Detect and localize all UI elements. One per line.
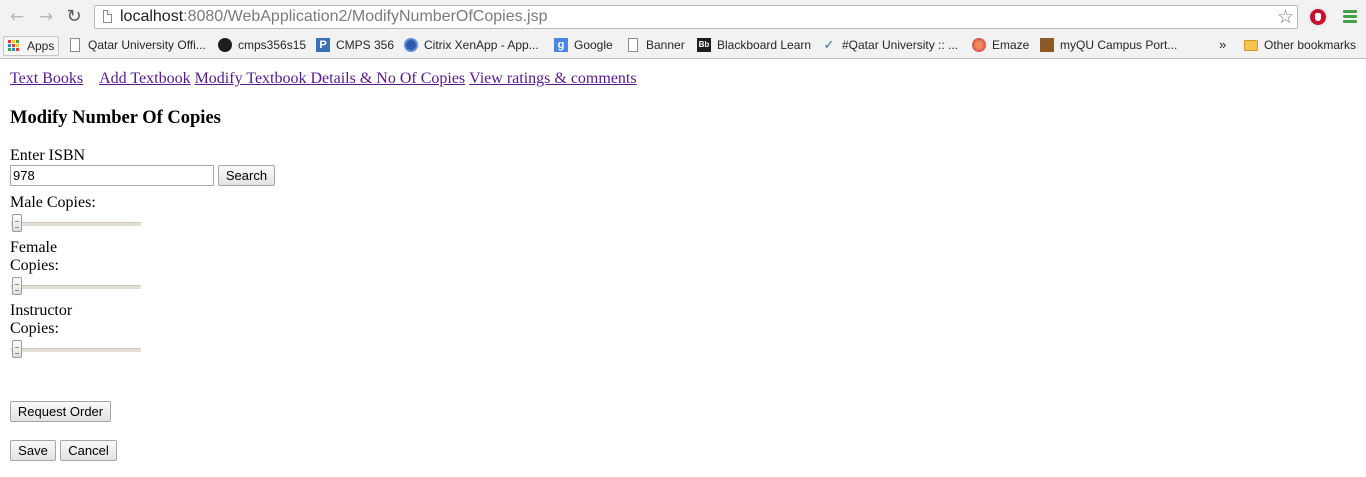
isbn-label: Enter ISBN bbox=[10, 147, 86, 164]
male-copies-slider[interactable] bbox=[11, 214, 141, 234]
menu-icon[interactable] bbox=[1343, 10, 1357, 24]
address-bar[interactable]: localhost:8080/WebApplication2/ModifyNum… bbox=[94, 5, 1298, 29]
myqu-icon bbox=[1040, 38, 1054, 52]
nav-links: Text Books Add Textbook Modify Textbook D… bbox=[10, 69, 637, 89]
apps-label: Apps bbox=[27, 39, 55, 53]
bookmark-star-icon[interactable]: ☆ bbox=[1277, 6, 1294, 28]
browser-toolbar: ← → ↻ localhost:8080/WebApplication2/Mod… bbox=[0, 0, 1366, 34]
link-text-books[interactable]: Text Books bbox=[10, 70, 83, 87]
bookmark-label: Qatar University Offi... bbox=[88, 38, 206, 52]
female-copies-label-line1: Female bbox=[10, 239, 58, 256]
bookmark-label: Blackboard Learn bbox=[717, 38, 812, 52]
request-order-button[interactable]: Request Order bbox=[10, 401, 111, 422]
female-copies-slider[interactable] bbox=[11, 277, 141, 297]
bookmark-label: Emaze bbox=[992, 38, 1030, 52]
link-modify-textbook[interactable]: Modify Textbook Details & No Of Copies bbox=[195, 70, 466, 87]
folder-icon bbox=[1244, 40, 1258, 51]
bookmark-label: #Qatar University :: ... bbox=[842, 38, 959, 52]
bookmark-label: CMPS 356 bbox=[336, 38, 395, 52]
male-copies-label: Male Copies: bbox=[10, 194, 96, 211]
apps-grid-icon bbox=[8, 40, 20, 52]
link-view-ratings[interactable]: View ratings & comments bbox=[469, 70, 636, 87]
reload-icon[interactable]: ↻ bbox=[64, 7, 84, 27]
slider-thumb[interactable] bbox=[12, 340, 22, 358]
back-arrow-icon[interactable]: ← bbox=[7, 7, 27, 27]
save-button[interactable]: Save bbox=[10, 440, 56, 461]
instructor-copies-slider[interactable] bbox=[11, 340, 141, 360]
emaze-icon bbox=[972, 38, 986, 52]
other-bookmarks-label: Other bookmarks bbox=[1264, 38, 1357, 52]
isbn-input[interactable]: 978 bbox=[10, 165, 214, 186]
page-content: Text Books Add Textbook Modify Textbook D… bbox=[0, 59, 1366, 477]
apps-button[interactable]: Apps bbox=[3, 36, 59, 56]
bookmark-label: Google bbox=[574, 38, 613, 52]
link-add-textbook[interactable]: Add Textbook bbox=[99, 70, 190, 87]
stop-extension-icon[interactable] bbox=[1308, 7, 1328, 27]
female-copies-label-line2: Copies: bbox=[10, 257, 59, 274]
bookmark-label: myQU Campus Port... bbox=[1060, 38, 1178, 52]
cancel-button[interactable]: Cancel bbox=[60, 440, 117, 461]
citrix-icon bbox=[404, 38, 418, 52]
forward-arrow-icon[interactable]: → bbox=[36, 7, 56, 27]
bookmark-label: Banner bbox=[646, 38, 685, 52]
bookmarks-bar: Apps Qatar University Offi... cmps356s15… bbox=[0, 34, 1366, 59]
slider-track bbox=[11, 348, 141, 352]
page-icon bbox=[628, 38, 638, 52]
google-icon: g bbox=[554, 38, 568, 52]
bookmark-label: cmps356s15 bbox=[238, 38, 307, 52]
slider-thumb[interactable] bbox=[12, 214, 22, 232]
bookmark-label: Citrix XenApp - App... bbox=[424, 38, 539, 52]
page-title: Modify Number Of Copies bbox=[10, 108, 221, 128]
slider-track bbox=[11, 222, 141, 226]
qu-icon: ✓ bbox=[823, 37, 835, 52]
instructor-copies-label-line1: Instructor bbox=[10, 302, 73, 319]
page-icon bbox=[103, 10, 112, 23]
github-icon bbox=[218, 38, 232, 52]
url-path: :8080/WebApplication2/ModifyNumberOfCopi… bbox=[183, 8, 548, 25]
slider-thumb[interactable] bbox=[12, 277, 22, 295]
p-icon: P bbox=[316, 38, 330, 52]
url-host: localhost bbox=[120, 8, 184, 25]
blackboard-icon: Bb bbox=[697, 38, 711, 52]
bookmarks-overflow-chevron[interactable]: » bbox=[1219, 34, 1226, 56]
page-icon bbox=[70, 38, 80, 52]
instructor-copies-label-line2: Copies: bbox=[10, 320, 59, 337]
url-text[interactable]: localhost:8080/WebApplication2/ModifyNum… bbox=[120, 8, 548, 26]
slider-track bbox=[11, 285, 141, 289]
search-button[interactable]: Search bbox=[218, 165, 275, 186]
